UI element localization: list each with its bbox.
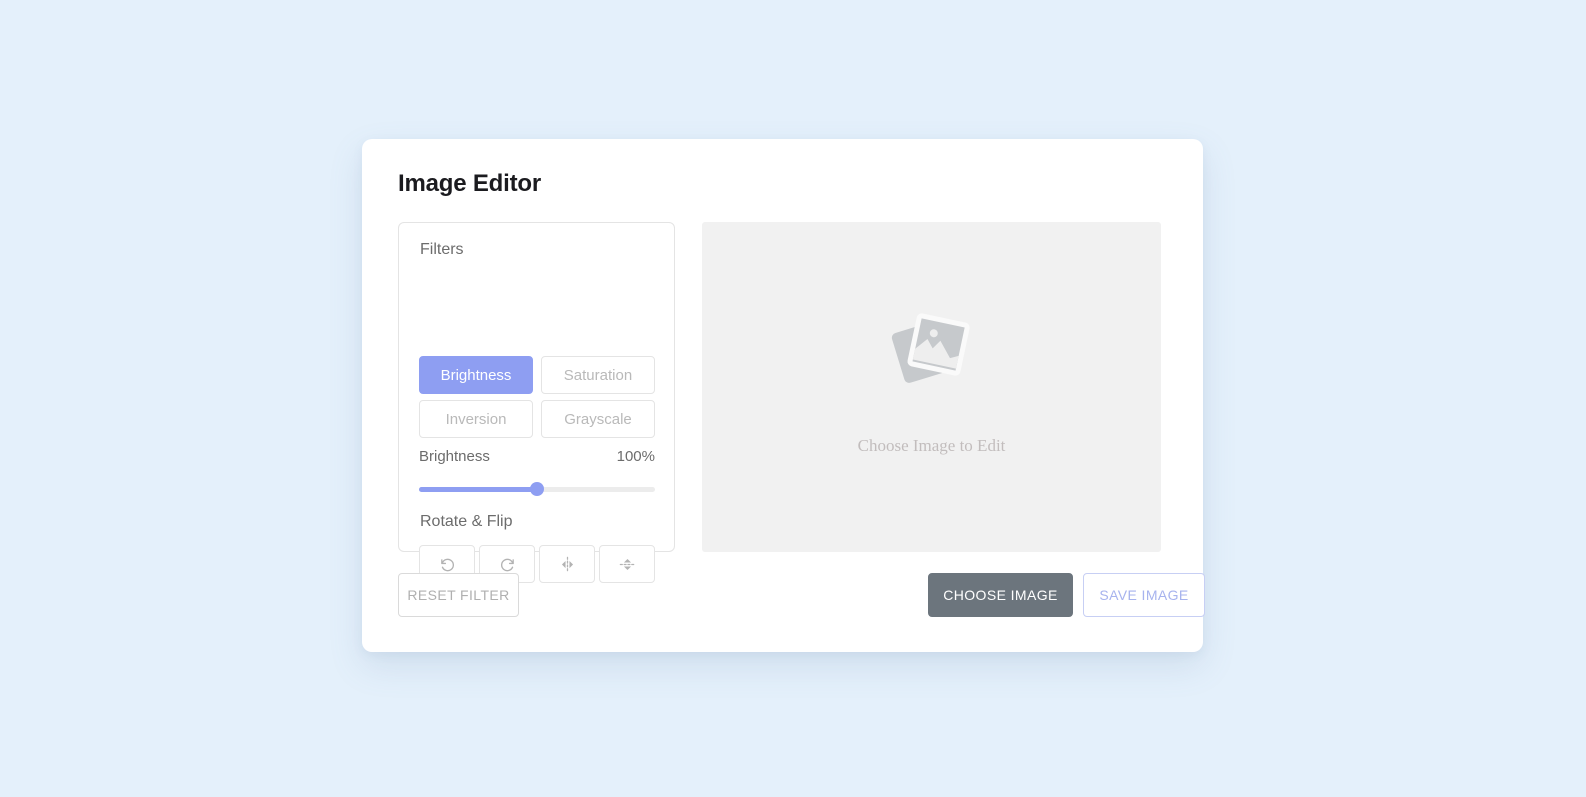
filter-option-saturation[interactable]: Saturation	[541, 356, 655, 394]
flip-horizontal-icon	[558, 555, 577, 574]
rotate-clockwise-icon	[499, 556, 516, 573]
image-editor-card: Image Editor Filters Brightness Saturati…	[362, 139, 1205, 652]
filter-options-group: Brightness Saturation Inversion Grayscal…	[419, 356, 655, 438]
slider-thumb[interactable]	[530, 482, 544, 496]
reset-filter-button[interactable]: RESET FILTER	[398, 573, 519, 617]
choose-image-button[interactable]: CHOOSE IMAGE	[928, 573, 1073, 617]
slider-labels: Brightness 100%	[419, 448, 655, 465]
rotate-counterclockwise-icon	[439, 556, 456, 573]
page-title: Image Editor	[398, 170, 541, 197]
preview-placeholder-text: Choose Image to Edit	[857, 435, 1006, 455]
filter-option-inversion[interactable]: Inversion	[419, 400, 533, 438]
slider-fill	[419, 487, 537, 492]
stacked-photos-icon	[884, 305, 980, 400]
save-image-button[interactable]: SAVE IMAGE	[1083, 573, 1205, 617]
brightness-slider[interactable]	[419, 482, 655, 496]
image-preview-panel[interactable]: Choose Image to Edit	[702, 222, 1161, 552]
filter-option-brightness[interactable]: Brightness	[419, 356, 533, 394]
slider-label: Brightness	[419, 448, 490, 465]
rotate-flip-heading: Rotate & Flip	[420, 513, 513, 530]
filter-slider-block: Brightness 100%	[419, 448, 655, 496]
slider-value: 100%	[616, 448, 655, 465]
filter-option-grayscale[interactable]: Grayscale	[541, 400, 655, 438]
footer-actions: RESET FILTER CHOOSE IMAGE SAVE IMAGE	[398, 573, 1205, 617]
filters-panel: Filters Brightness Saturation Inversion …	[398, 222, 675, 583]
filters-heading: Filters	[420, 241, 464, 258]
flip-vertical-icon	[618, 555, 637, 574]
